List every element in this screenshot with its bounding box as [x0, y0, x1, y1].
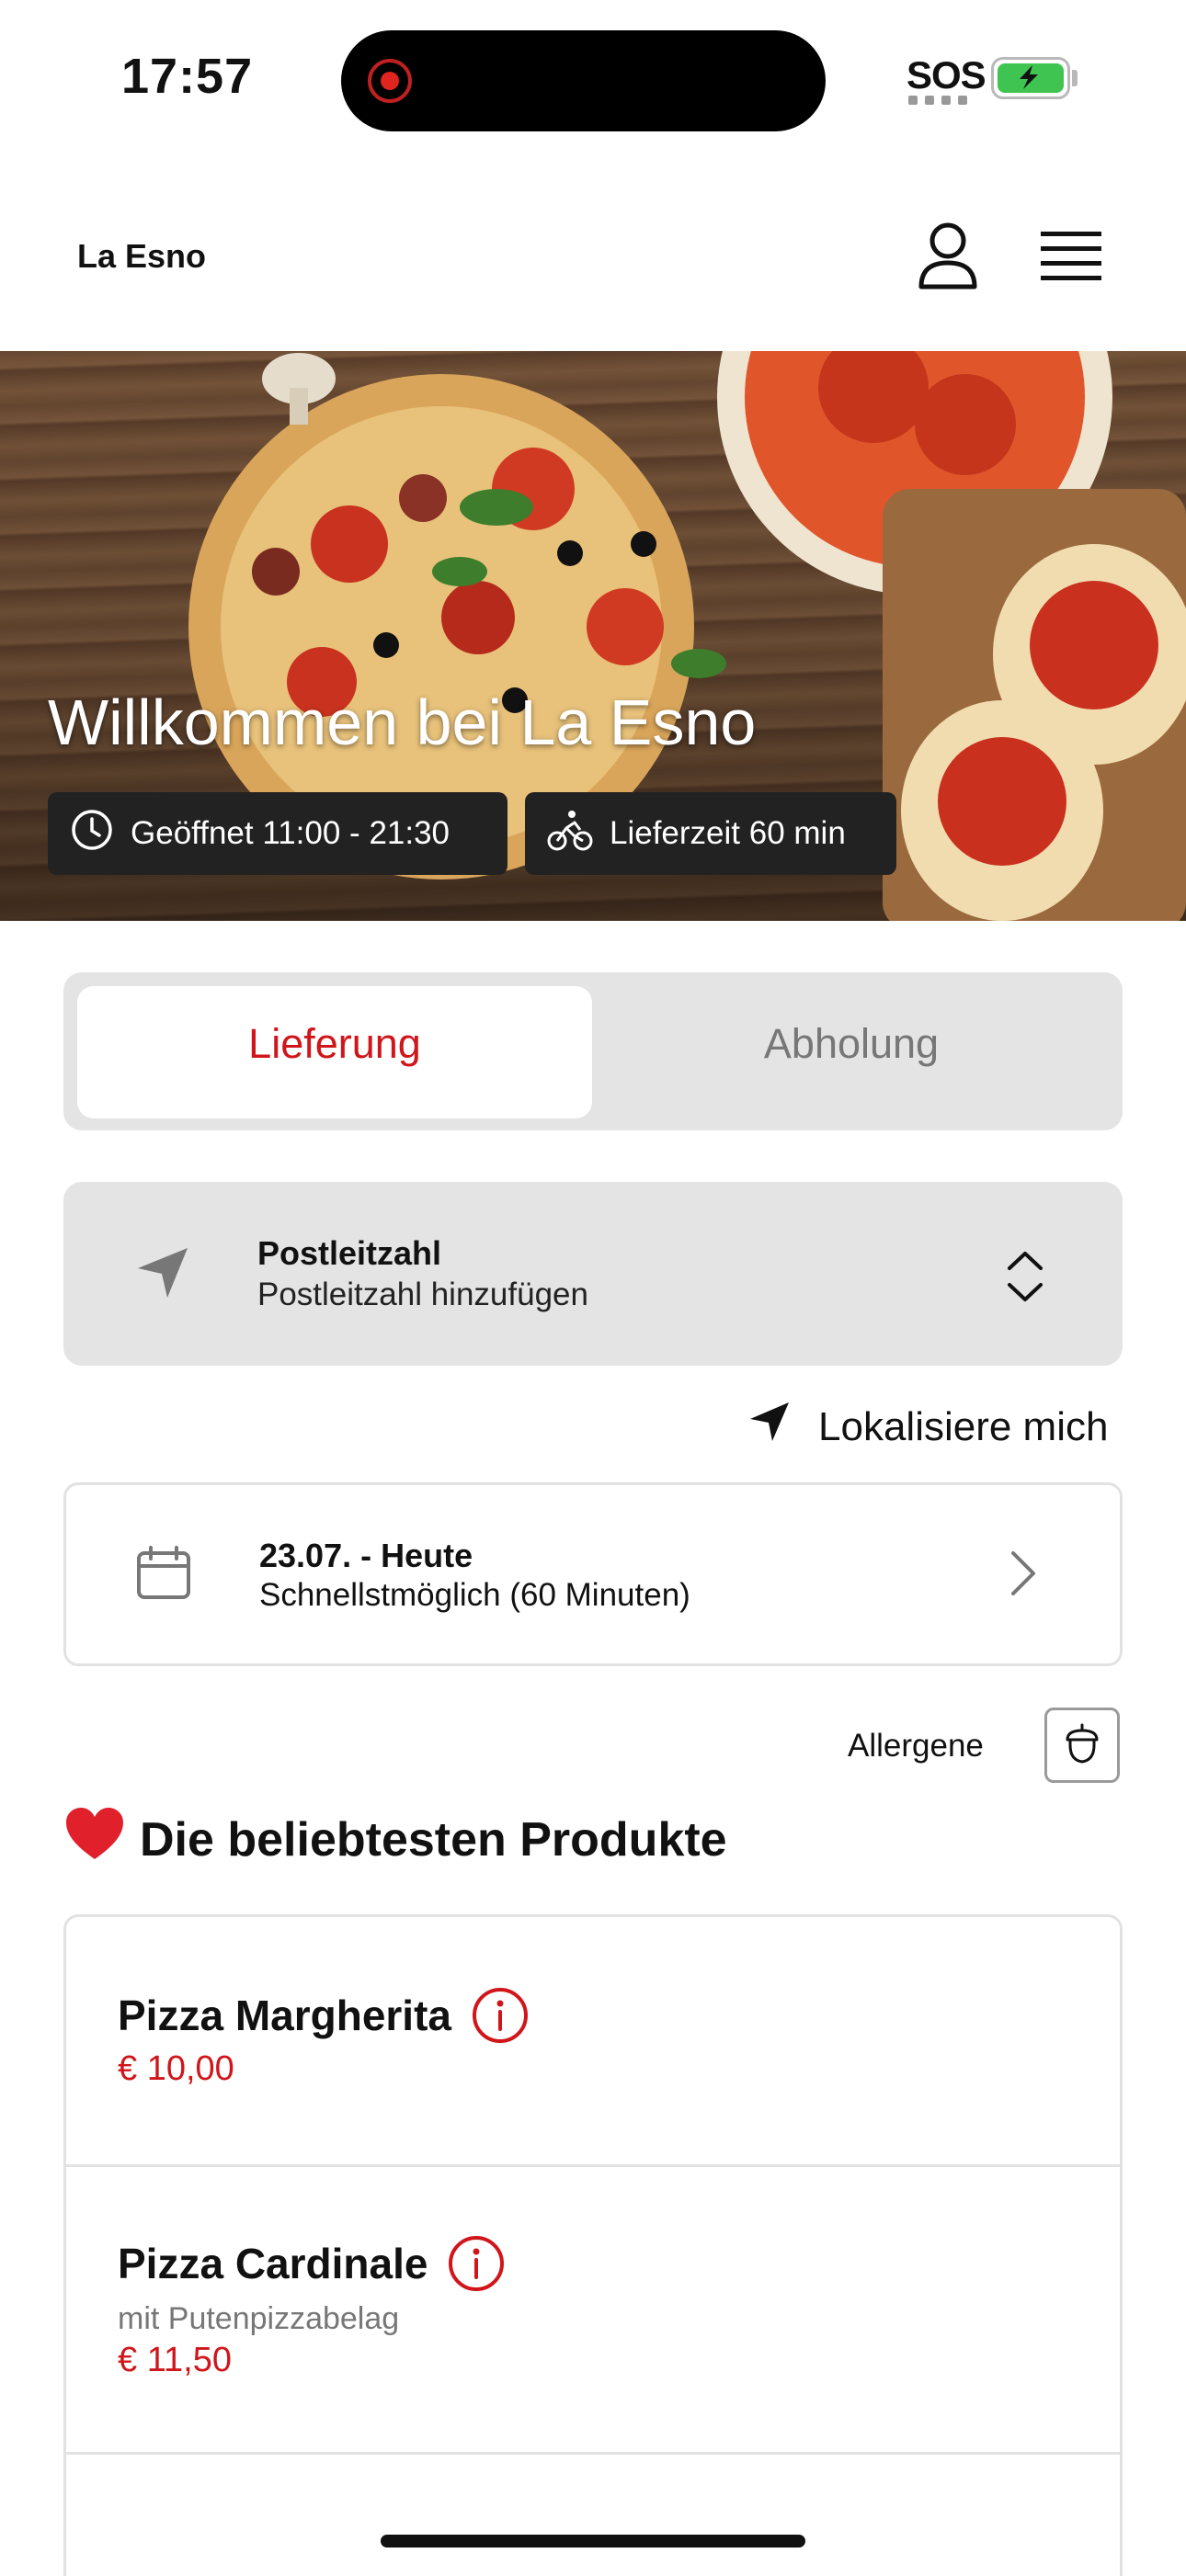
status-time: 17:57 [121, 49, 254, 104]
opening-hours-text: Geöffnet 11:00 - 21:30 [131, 815, 450, 851]
bike-icon [547, 808, 593, 860]
info-icon[interactable] [448, 2235, 505, 2292]
locate-me-label: Lokalisiere mich [818, 1403, 1109, 1449]
heart-icon [64, 1806, 125, 1873]
divider [65, 2164, 1121, 2167]
recording-indicator-icon [368, 59, 412, 103]
tab-delivery[interactable]: Lieferung [77, 1020, 592, 1068]
hero-title: Willkommen bei La Esno [48, 687, 757, 758]
brand-name[interactable]: La Esno [77, 237, 206, 276]
locate-me-button[interactable]: Lokalisiere mich [748, 1401, 1108, 1453]
product-name-row: Pizza Margherita [118, 1987, 529, 2044]
acorn-icon [1064, 1723, 1100, 1768]
menu-icon[interactable] [1041, 230, 1101, 283]
postal-code-placeholder: Postleitzahl hinzufügen [257, 1277, 588, 1312]
sos-indicator: SOS [907, 53, 986, 96]
product-name: Pizza Margherita [118, 1992, 451, 2039]
clock-icon [70, 808, 114, 860]
home-indicator[interactable] [381, 2535, 805, 2548]
postal-code-selector[interactable] [63, 1182, 1123, 1366]
product-name: Pizza Cardinale [118, 2240, 428, 2287]
delivery-date-title: 23.07. - Heute [259, 1537, 473, 1574]
product-item[interactable]: Pizza Margherita € 10,00 [118, 1987, 529, 2089]
allergens-button[interactable] [1044, 1708, 1120, 1783]
calendar-icon [134, 1544, 193, 1603]
allergens-label[interactable]: Allergene [848, 1728, 984, 1765]
chevron-right-icon [1006, 1548, 1039, 1599]
product-item[interactable]: Pizza Cardinale mit Putenpizzabelag € 11… [118, 2235, 505, 2380]
location-arrow-icon [748, 1401, 791, 1453]
tab-pickup[interactable]: Abholung [594, 1020, 1109, 1068]
battery-cap [1072, 70, 1078, 86]
popular-products-title: Die beliebtesten Produkte [140, 1812, 727, 1867]
delivery-date-selector[interactable] [63, 1482, 1123, 1666]
location-arrow-icon [134, 1243, 193, 1301]
popular-products-heading: Die beliebtesten Produkte [64, 1806, 727, 1873]
product-description: mit Putenpizzabelag [118, 2301, 400, 2336]
delivery-time-text: Lieferzeit 60 min [610, 815, 846, 851]
info-icon[interactable] [472, 1987, 529, 2044]
product-price: € 11,50 [118, 2341, 232, 2379]
product-name-row: Pizza Cardinale [118, 2235, 505, 2292]
signal-dots-icon [908, 96, 967, 105]
delivery-time-badge: Lieferzeit 60 min [525, 792, 896, 875]
delivery-date-subtitle: Schnellstmöglich (60 Minuten) [259, 1577, 690, 1613]
dynamic-island [341, 30, 826, 131]
postal-code-label: Postleitzahl [257, 1234, 442, 1272]
divider [65, 2452, 1121, 2455]
battery-icon [991, 57, 1070, 99]
chevron-up-down-icon [1004, 1246, 1046, 1307]
product-price: € 10,00 [118, 2049, 234, 2088]
opening-hours-badge: Geöffnet 11:00 - 21:30 [48, 792, 507, 875]
user-icon[interactable] [916, 221, 980, 290]
